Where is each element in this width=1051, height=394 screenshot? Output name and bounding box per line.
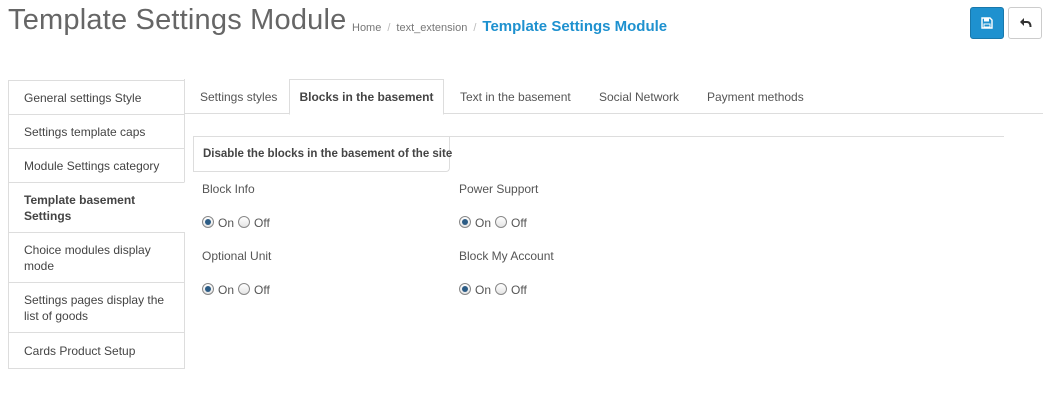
field-label-power-support: Power Support xyxy=(459,182,539,196)
breadcrumb-extension[interactable]: text_extension xyxy=(396,22,467,34)
tab-social-network[interactable]: Social Network xyxy=(599,79,679,114)
page-title: Template Settings Module xyxy=(8,4,347,36)
radio-group-block-my-account: On Off xyxy=(459,282,531,297)
save-icon xyxy=(981,17,993,29)
radio-on-label: On xyxy=(218,283,235,297)
field-label-block-info: Block Info xyxy=(202,182,255,196)
radio-on[interactable] xyxy=(202,216,214,228)
sidebar: General settings Style Settings template… xyxy=(8,80,185,369)
tab-bar: Settings styles Blocks in the basement T… xyxy=(184,79,1043,115)
radio-off[interactable] xyxy=(238,216,251,228)
radio-on-label: On xyxy=(218,216,235,230)
sidebar-item-module-category[interactable]: Module Settings category xyxy=(8,148,185,182)
sidebar-item-pages-list-goods[interactable]: Settings pages display the list of goods xyxy=(8,282,185,332)
radio-off-label: Off xyxy=(254,283,270,297)
radio-on[interactable] xyxy=(202,283,214,295)
radio-off-label: Off xyxy=(511,216,527,230)
radio-off[interactable] xyxy=(238,283,251,295)
breadcrumb-separator: / xyxy=(387,22,391,34)
tab-blocks-in-basement[interactable]: Blocks in the basement xyxy=(289,79,444,115)
radio-group-block-info: On Off xyxy=(202,215,274,230)
tab-payment-methods[interactable]: Payment methods xyxy=(707,79,804,114)
radio-off-label: Off xyxy=(511,283,527,297)
radio-on-label: On xyxy=(475,283,492,297)
radio-on[interactable] xyxy=(459,283,471,295)
sidebar-item-template-basement[interactable]: Template basement Settings xyxy=(8,182,185,232)
back-button[interactable] xyxy=(1008,7,1042,39)
field-label-optional-unit: Optional Unit xyxy=(202,249,272,263)
radio-group-power-support: On Off xyxy=(459,215,531,230)
sidebar-item-general-settings-style[interactable]: General settings Style xyxy=(8,80,185,114)
radio-group-optional-unit: On Off xyxy=(202,282,274,297)
radio-off-label: Off xyxy=(254,216,270,230)
tab-text-in-basement[interactable]: Text in the basement xyxy=(460,79,571,114)
radio-on[interactable] xyxy=(459,216,471,228)
sidebar-item-template-caps[interactable]: Settings template caps xyxy=(8,114,185,148)
radio-off[interactable] xyxy=(495,283,508,295)
radio-off[interactable] xyxy=(495,216,508,228)
save-button[interactable] xyxy=(970,7,1004,39)
breadcrumb-current[interactable]: Template Settings Module xyxy=(482,18,667,35)
radio-on-label: On xyxy=(475,216,492,230)
tab-settings-styles[interactable]: Settings styles xyxy=(200,79,277,114)
breadcrumb: Home / text_extension / Template Setting… xyxy=(352,18,667,35)
field-label-block-my-account: Block My Account xyxy=(459,249,554,263)
sidebar-item-cards-product[interactable]: Cards Product Setup xyxy=(8,332,185,369)
breadcrumb-separator: / xyxy=(473,22,477,34)
breadcrumb-home[interactable]: Home xyxy=(352,22,381,34)
sidebar-item-choice-modules[interactable]: Choice modules display mode xyxy=(8,232,185,282)
reply-icon xyxy=(1019,18,1031,28)
section-legend: Disable the blocks in the basement of th… xyxy=(193,137,452,172)
